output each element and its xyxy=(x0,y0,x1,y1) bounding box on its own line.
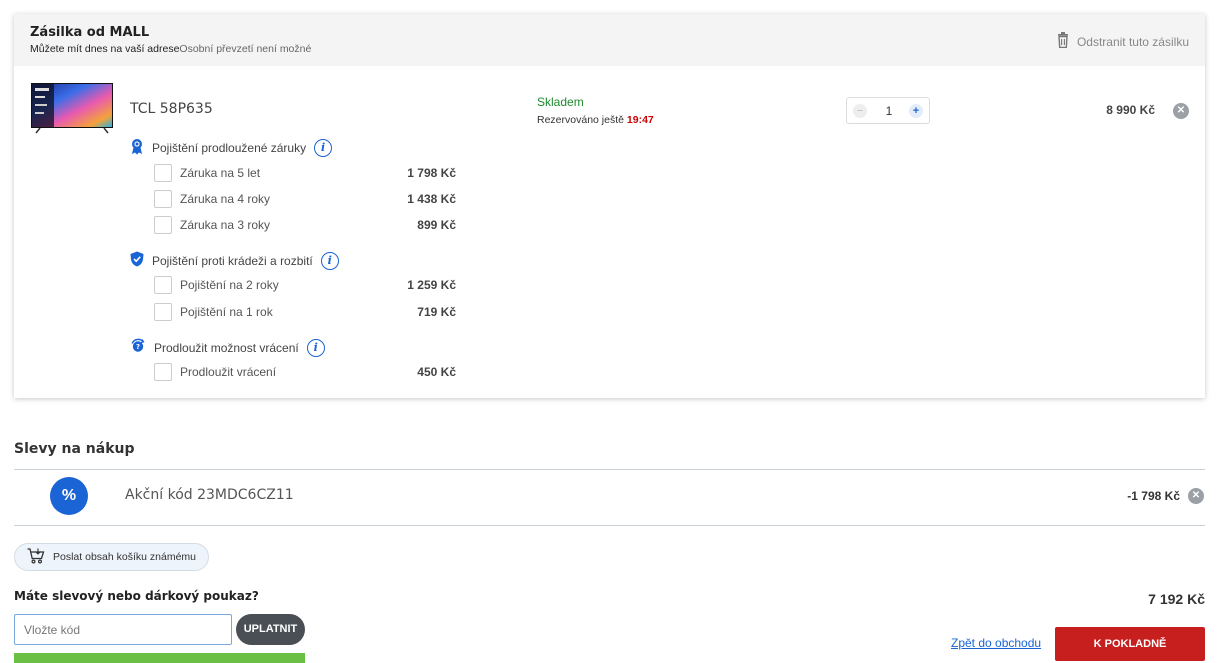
insurance-option[interactable]: Záruka na 4 roky 1 438 Kč xyxy=(154,190,456,208)
reservation-label: Rezervováno ještě xyxy=(537,114,624,126)
remove-shipment-button[interactable]: Odstranit tuto zásilku xyxy=(1057,32,1189,51)
insurance-checkbox[interactable] xyxy=(154,190,172,208)
share-cart-button[interactable]: Poslat obsah košíku známému xyxy=(14,543,209,571)
shipment-header: Zásilka od MALL Můžete mít dnes na vaší … xyxy=(14,14,1205,66)
percent-icon: % xyxy=(50,477,88,515)
remove-shipment-label: Odstranit tuto zásilku xyxy=(1076,34,1189,49)
divider xyxy=(14,469,1205,470)
insurance-option[interactable]: Záruka na 3 roky 899 Kč xyxy=(154,216,456,234)
insurance-option[interactable]: Pojištění na 1 rok 719 Kč xyxy=(154,303,456,321)
insurance-option-label: Pojištění na 2 roky xyxy=(180,278,279,292)
green-progress-bar xyxy=(14,653,305,663)
insurance-option-price: 719 Kč xyxy=(417,305,456,319)
insurance-option-price: 899 Kč xyxy=(417,218,456,232)
insurance-group-return: ? Prodloužit možnost vrácení i xyxy=(130,338,325,357)
info-icon[interactable]: i xyxy=(306,338,325,357)
insurance-option-price: 1 798 Kč xyxy=(407,166,456,180)
insurance-checkbox[interactable] xyxy=(154,363,172,381)
insurance-checkbox[interactable] xyxy=(154,164,172,182)
insurance-option-price: 1 259 Kč xyxy=(407,278,456,292)
quantity-decrease-button[interactable]: − xyxy=(853,104,867,118)
trash-icon xyxy=(1057,32,1069,51)
insurance-group-title: Pojištění proti krádeži a rozbití xyxy=(152,253,313,268)
back-to-shop-link[interactable]: Zpět do obchodu xyxy=(951,636,1041,650)
insurance-checkbox[interactable] xyxy=(154,276,172,294)
pickup-note: Osobní převzetí není možné xyxy=(179,43,312,55)
info-icon[interactable]: i xyxy=(320,251,339,270)
order-total: 7 192 Kč xyxy=(1148,591,1205,607)
info-icon[interactable]: i xyxy=(314,139,333,157)
insurance-option[interactable]: Pojištění na 2 roky 1 259 Kč xyxy=(154,276,456,294)
divider xyxy=(14,525,1205,526)
share-cart-label: Poslat obsah košíku známému xyxy=(53,551,196,563)
delivery-note: Můžete mít dnes na vaší adrese xyxy=(30,43,180,55)
cart-icon xyxy=(27,547,45,567)
insurance-option[interactable]: Prodloužit vrácení 450 Kč xyxy=(154,363,456,381)
insurance-option-price: 1 438 Kč xyxy=(407,192,456,206)
medal-icon xyxy=(130,138,144,158)
insurance-option-label: Záruka na 5 let xyxy=(180,166,261,180)
voucher-question: Máte slevový nebo dárkový poukaz? xyxy=(14,589,259,603)
insurance-group-warranty: Pojištění prodloužené záruky i xyxy=(130,138,333,158)
stock-status: Skladem xyxy=(537,95,584,109)
insurance-option-label: Prodloužit vrácení xyxy=(180,365,277,379)
insurance-group-theft: Pojištění proti krádeži a rozbití i xyxy=(130,251,339,270)
reservation-time: 19:47 xyxy=(626,114,654,126)
discount-code-label: Akční kód 23MDC6CZ11 xyxy=(125,487,294,503)
insurance-option-label: Pojištění na 1 rok xyxy=(180,305,273,319)
shipment-card: Zásilka od MALL Můžete mít dnes na vaší … xyxy=(14,14,1205,398)
shipment-title: Zásilka od MALL xyxy=(30,25,150,40)
insurance-group-title: Pojištění prodloužené záruky xyxy=(152,141,307,155)
insurance-option-price: 450 Kč xyxy=(417,365,456,379)
insurance-checkbox[interactable] xyxy=(154,216,172,234)
discount-amount: -1 798 Kč xyxy=(1127,489,1180,503)
svg-text:?: ? xyxy=(136,343,140,351)
return-icon: ? xyxy=(130,338,146,357)
product-price: 8 990 Kč xyxy=(1106,103,1155,117)
reservation-note: Rezervováno ještě 19:47 xyxy=(537,114,654,126)
discounts-title: Slevy na nákup xyxy=(14,441,135,457)
shield-icon xyxy=(130,251,144,270)
voucher-code-input[interactable] xyxy=(14,614,232,645)
insurance-group-title: Prodloužit možnost vrácení xyxy=(154,340,299,355)
apply-voucher-button[interactable]: UPLATNIT xyxy=(236,614,305,645)
product-image[interactable] xyxy=(30,82,114,134)
checkout-button[interactable]: K POKLADNĚ xyxy=(1055,627,1205,661)
quantity-stepper[interactable]: − 1 + xyxy=(846,97,930,124)
remove-product-icon[interactable]: ✕ xyxy=(1173,103,1189,119)
insurance-option-label: Záruka na 4 roky xyxy=(180,192,271,206)
quantity-value[interactable]: 1 xyxy=(877,104,901,118)
insurance-option-label: Záruka na 3 roky xyxy=(180,218,271,232)
product-name[interactable]: TCL 58P635 xyxy=(130,101,213,117)
shipment-subtitle: Můžete mít dnes na vaší adreseOsobní pře… xyxy=(30,43,311,55)
insurance-checkbox[interactable] xyxy=(154,303,172,321)
insurance-option[interactable]: Záruka na 5 let 1 798 Kč xyxy=(154,164,456,182)
remove-discount-icon[interactable]: ✕ xyxy=(1188,488,1204,504)
quantity-increase-button[interactable]: + xyxy=(909,104,923,118)
